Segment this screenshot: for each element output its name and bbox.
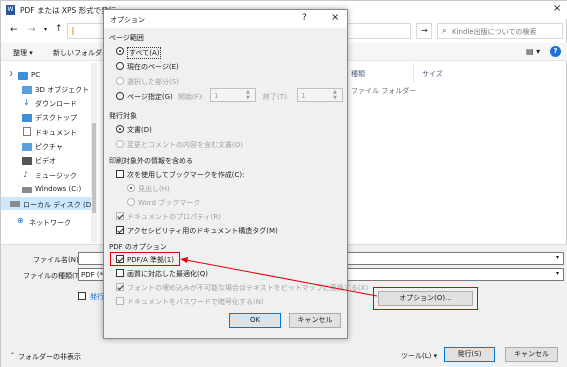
annotation-arrow xyxy=(180,257,378,297)
annotation-arrow-head xyxy=(180,257,188,263)
annotation-arrow-line xyxy=(185,259,378,297)
